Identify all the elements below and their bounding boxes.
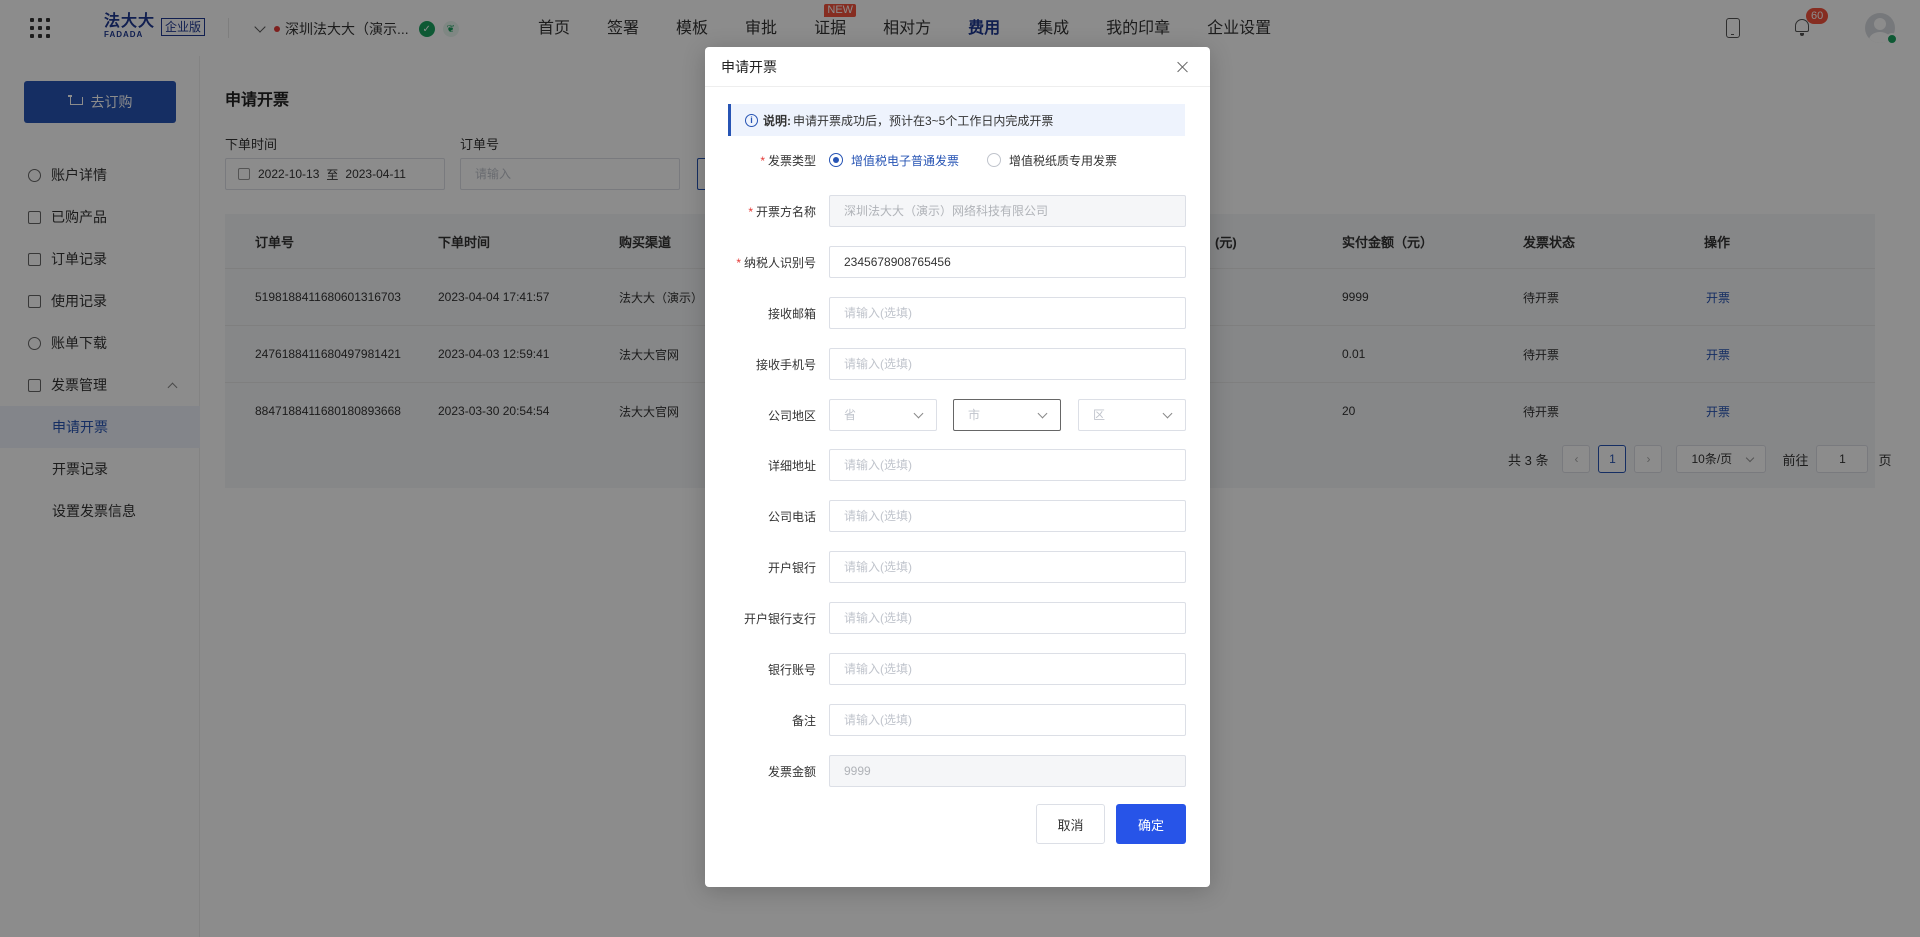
amount-row: 发票金额 9999 (705, 755, 1210, 787)
address-field[interactable]: 请输入(选填) (829, 449, 1186, 481)
city-select[interactable]: 市 (953, 399, 1061, 431)
bank-field[interactable]: 请输入(选填) (829, 551, 1186, 583)
email-label: 接收邮箱 (767, 306, 816, 321)
close-icon[interactable] (1176, 60, 1190, 74)
issuer-row: * 开票方名称 深圳法大大（演示）网络科技有限公司 (705, 195, 1210, 227)
confirm-button[interactable]: 确定 (1116, 804, 1186, 844)
bank-row: 开户银行 请输入(选填) (705, 551, 1210, 583)
amount-field: 9999 (829, 755, 1186, 787)
cancel-button[interactable]: 取消 (1036, 804, 1105, 844)
branch-field[interactable]: 请输入(选填) (829, 602, 1186, 634)
region-row: 公司地区 省 市 区 (705, 399, 1210, 431)
remark-label: 备注 (791, 713, 816, 728)
district-select[interactable]: 区 (1078, 399, 1186, 431)
email-row: 接收邮箱 请输入(选填) (705, 297, 1210, 329)
region-label: 公司地区 (767, 408, 816, 423)
amount-label: 发票金额 (767, 764, 816, 779)
radio-paper-invoice[interactable]: 增值税纸质专用发票 (987, 152, 1117, 169)
invoice-type-label: * 发票类型 (760, 153, 816, 168)
radio-electronic-invoice[interactable]: 增值税电子普通发票 (829, 152, 959, 169)
company-phone-field[interactable]: 请输入(选填) (829, 500, 1186, 532)
tax-id-field[interactable]: 2345678908765456 (829, 246, 1186, 278)
province-select[interactable]: 省 (829, 399, 937, 431)
info-icon: i (745, 113, 758, 127)
remark-field[interactable]: 请输入(选填) (829, 704, 1186, 736)
notice-text: 申请开票成功后，预计在3~5个工作日内完成开票 (793, 113, 1054, 128)
company-phone-row: 公司电话 请输入(选填) (705, 500, 1210, 532)
phone-field[interactable]: 请输入(选填) (829, 348, 1186, 380)
company-phone-label: 公司电话 (767, 509, 816, 524)
invoice-type-row: * 发票类型 增值税电子普通发票 增值税纸质专用发票 (705, 144, 1210, 176)
notice-banner: i 说明: 申请开票成功后，预计在3~5个工作日内完成开票 (728, 104, 1185, 136)
chevron-down-icon (1162, 408, 1173, 419)
phone-row: 接收手机号 请输入(选填) (705, 348, 1210, 380)
address-label: 详细地址 (767, 458, 816, 473)
tax-id-label: * 纳税人识别号 (736, 255, 816, 270)
tax-id-row: * 纳税人识别号 2345678908765456 (705, 246, 1210, 278)
account-row: 银行账号 请输入(选填) (705, 653, 1210, 685)
email-field[interactable]: 请输入(选填) (829, 297, 1186, 329)
invoice-type-group: 增值税电子普通发票 增值税纸质专用发票 (829, 152, 1145, 169)
phone-label: 接收手机号 (755, 357, 816, 372)
address-row: 详细地址 请输入(选填) (705, 449, 1210, 481)
bank-label: 开户银行 (767, 560, 816, 575)
dialog-title: 申请开票 (721, 58, 777, 75)
account-field[interactable]: 请输入(选填) (829, 653, 1186, 685)
dialog-header: 申请开票 (705, 47, 1210, 87)
account-label: 银行账号 (767, 662, 816, 677)
chevron-down-icon (1037, 408, 1048, 419)
notice-title: 说明: (763, 113, 791, 128)
issuer-label: * 开票方名称 (748, 204, 816, 219)
apply-invoice-dialog: 申请开票 i 说明: 申请开票成功后，预计在3~5个工作日内完成开票 * 发票类型… (705, 47, 1210, 887)
branch-row: 开户银行支行 请输入(选填) (705, 602, 1210, 634)
chevron-down-icon (913, 408, 924, 419)
issuer-field: 深圳法大大（演示）网络科技有限公司 (829, 195, 1186, 227)
branch-label: 开户银行支行 (743, 611, 816, 626)
remark-row: 备注 请输入(选填) (705, 704, 1210, 736)
